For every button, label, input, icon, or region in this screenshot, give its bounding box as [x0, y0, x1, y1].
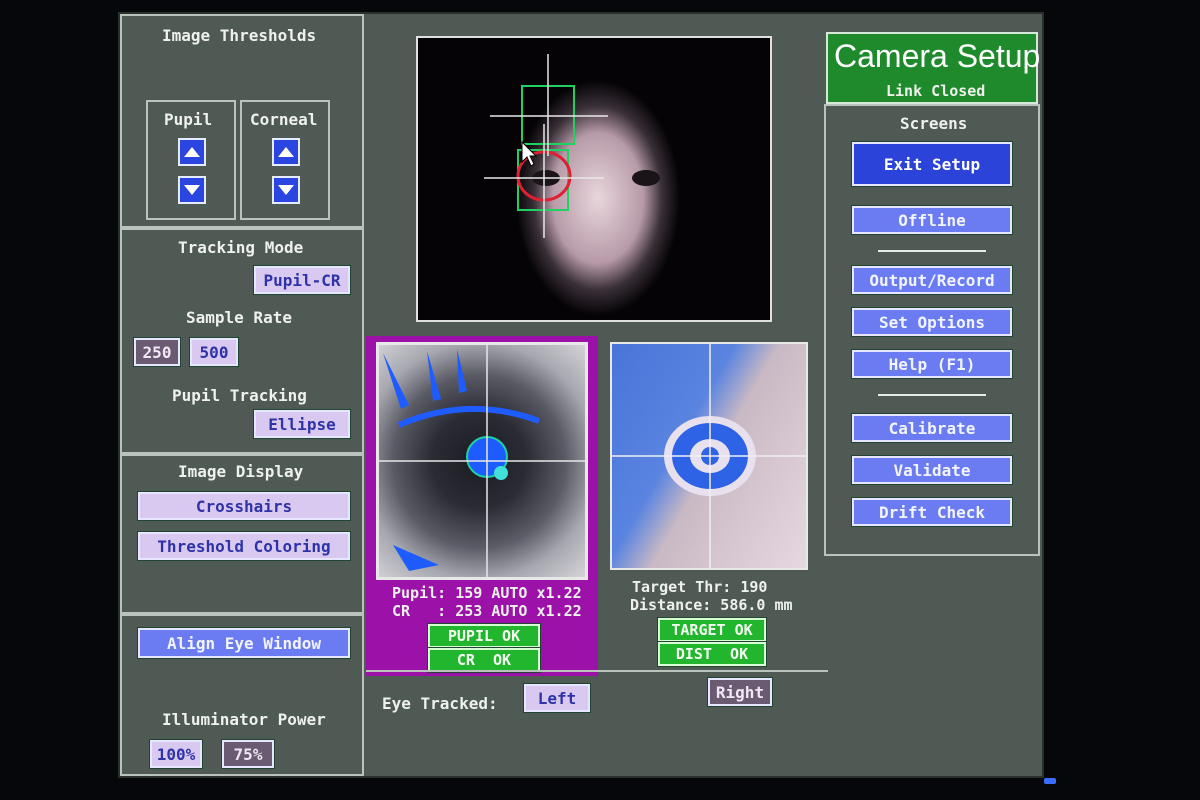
- dist-ok-indicator: DIST OK: [657, 641, 767, 667]
- screens-panel: Screens Exit Setup Offline Output/Record…: [824, 104, 1040, 556]
- image-display-panel: Image Display Crosshairs Threshold Color…: [120, 454, 364, 614]
- corneal-reflection: [494, 466, 508, 480]
- sample-rate-title: Sample Rate: [186, 308, 292, 327]
- menu-separator: [878, 394, 986, 396]
- corneal-threshold-up-button[interactable]: [272, 138, 300, 166]
- crosshairs-button[interactable]: Crosshairs: [137, 491, 351, 521]
- validate-button[interactable]: Validate: [851, 455, 1013, 485]
- arrow-up-icon: [278, 147, 294, 157]
- tracking-mode-button[interactable]: Pupil-CR: [253, 265, 351, 295]
- camera-setup-title: Camera Setup: [834, 38, 1041, 74]
- pupil-threshold-up-button[interactable]: [178, 138, 206, 166]
- pupil-ok-indicator: PUPIL OK: [427, 623, 541, 649]
- set-options-button[interactable]: Set Options: [851, 307, 1013, 337]
- offline-button[interactable]: Offline: [851, 205, 1013, 235]
- illuminator-75-button[interactable]: 75%: [221, 739, 275, 769]
- corneal-threshold-label: Corneal: [250, 110, 318, 129]
- link-status-text: Link Closed: [886, 82, 986, 100]
- pupil-threshold-label: Pupil: [164, 110, 213, 129]
- threshold-patch: [393, 545, 439, 571]
- overview-overlay-svg: [484, 54, 660, 238]
- target-ok-indicator: TARGET OK: [657, 617, 767, 643]
- eye-tracked-label: Eye Tracked:: [382, 694, 498, 713]
- image-thresholds-panel: Image Thresholds Pupil Corneal: [120, 14, 364, 228]
- eye-left-button[interactable]: Left: [523, 683, 591, 713]
- arrow-up-icon: [184, 147, 200, 157]
- tracking-mode-title: Tracking Mode: [178, 238, 304, 257]
- arrow-down-icon: [278, 185, 294, 195]
- pupil-tracking-title: Pupil Tracking: [172, 386, 307, 405]
- eye-status-block: Pupil: 159 AUTO x1.22 CR : 253 AUTO x1.2…: [366, 336, 598, 676]
- menu-separator: [878, 250, 986, 252]
- pupil-threshold-down-button[interactable]: [178, 176, 206, 204]
- image-display-title: Image Display: [178, 462, 304, 481]
- drift-check-button[interactable]: Drift Check: [851, 497, 1013, 527]
- left-eye-shape: [632, 170, 660, 186]
- calibrate-button[interactable]: Calibrate: [851, 413, 1013, 443]
- corneal-threshold-box: Corneal: [240, 100, 330, 220]
- threshold-coloring-button[interactable]: Threshold Coloring: [137, 531, 351, 561]
- help-button[interactable]: Help (F1): [851, 349, 1013, 379]
- corneal-threshold-down-button[interactable]: [272, 176, 300, 204]
- eye-right-button[interactable]: Right: [707, 677, 773, 707]
- eye-tracked-divider: [366, 670, 828, 672]
- eyetracker-screen: Image Thresholds Pupil Corneal Tracking …: [118, 12, 1044, 778]
- pupil-threshold-box: Pupil: [146, 100, 236, 220]
- pupil-tracking-button[interactable]: Ellipse: [253, 409, 351, 439]
- illuminator-power-title: Illuminator Power: [162, 710, 326, 729]
- illuminator-100-button[interactable]: 100%: [149, 739, 203, 769]
- eye-closeup-image: [376, 342, 588, 580]
- tracking-settings-panel: Tracking Mode Pupil-CR Sample Rate 250 5…: [120, 228, 364, 454]
- eye-closeup-svg: [379, 345, 585, 577]
- arrow-down-icon: [184, 185, 200, 195]
- threshold-patch: [427, 351, 441, 401]
- cr-status-line: CR : 253 AUTO x1.22: [392, 602, 582, 620]
- image-thresholds-title: Image Thresholds: [162, 26, 317, 45]
- threshold-patch: [457, 349, 467, 393]
- camera-overview-image: [416, 36, 772, 322]
- eye-window-panel: Align Eye Window Illuminator Power 100% …: [120, 614, 364, 776]
- target-closeup-image: [610, 342, 808, 570]
- sample-rate-500-button[interactable]: 500: [189, 337, 239, 367]
- monitor-power-led: [1044, 778, 1056, 784]
- target-threshold-text: Target Thr: 190: [632, 578, 768, 596]
- sample-rate-250-button[interactable]: 250: [133, 337, 181, 367]
- target-closeup-svg: [612, 344, 806, 568]
- align-eye-window-button[interactable]: Align Eye Window: [137, 627, 351, 659]
- distance-text: Distance: 586.0 mm: [630, 596, 793, 614]
- screens-title: Screens: [900, 114, 968, 133]
- exit-setup-button[interactable]: Exit Setup: [851, 141, 1013, 187]
- threshold-arc: [397, 405, 541, 428]
- cr-ok-indicator: CR OK: [427, 647, 541, 673]
- threshold-patch: [383, 353, 409, 409]
- camera-setup-header: Camera Setup Link Closed: [826, 32, 1041, 104]
- output-record-button[interactable]: Output/Record: [851, 265, 1013, 295]
- pupil-status-line: Pupil: 159 AUTO x1.22: [392, 584, 582, 602]
